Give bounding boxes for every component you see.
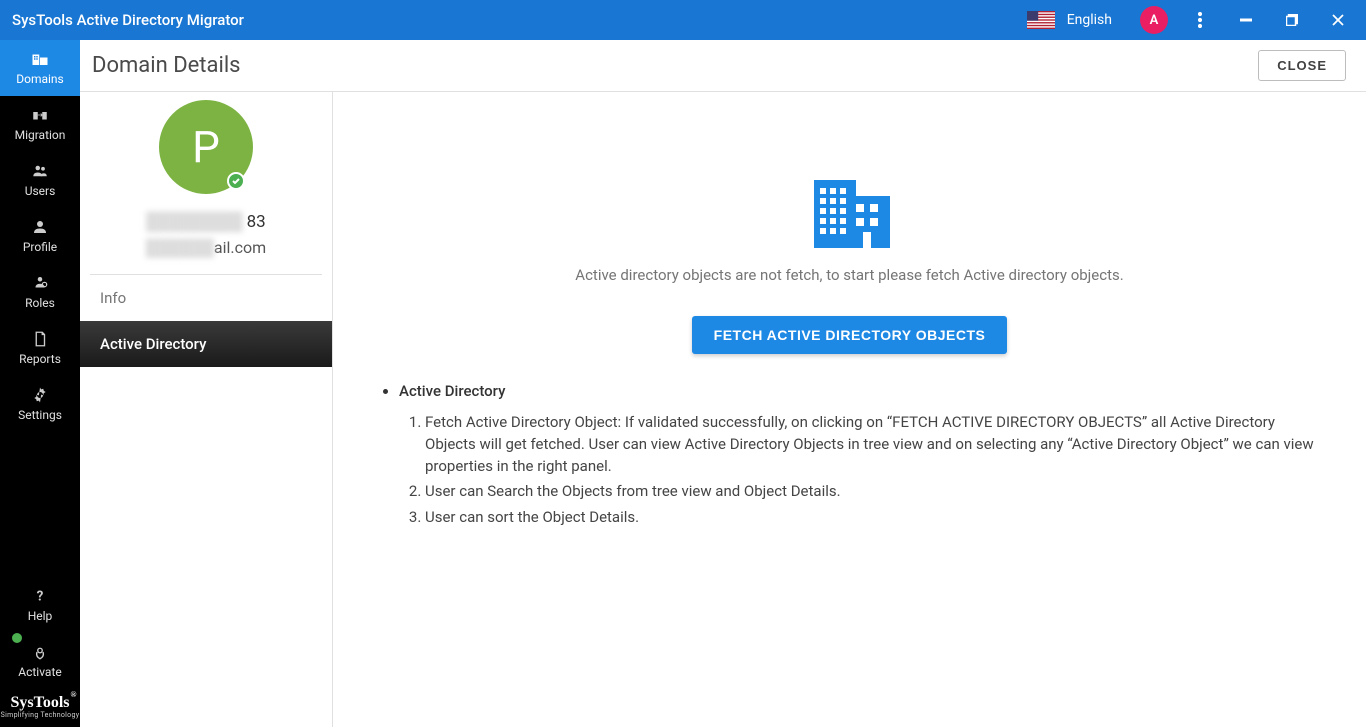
tab-info[interactable]: Info [80, 275, 332, 321]
fetch-button[interactable]: FETCH ACTIVE DIRECTORY OBJECTS [692, 316, 1008, 354]
sidebar-item-migration[interactable]: Migration [0, 96, 80, 152]
info-heading: Active Directory [399, 382, 1326, 400]
minimize-icon[interactable] [1226, 0, 1266, 40]
sidebar-label: Settings [18, 408, 62, 422]
help-icon: ? [31, 587, 49, 605]
tab-active-directory[interactable]: Active Directory [80, 321, 332, 367]
users-icon [31, 162, 49, 180]
roles-icon [31, 274, 49, 292]
brand-logo: SysTools® [11, 695, 70, 711]
sidebar-label: Roles [25, 296, 55, 310]
brand-footer: SysTools® Simplifying Technology [0, 689, 80, 727]
left-pane: P ████████83 ██████ail.com Info Active D… [80, 92, 333, 727]
sidebar-item-help[interactable]: ? Help [0, 577, 80, 633]
sidebar-item-users[interactable]: Users [0, 152, 80, 208]
sidebar-item-settings[interactable]: Settings [0, 376, 80, 432]
sidebar-item-reports[interactable]: Reports [0, 320, 80, 376]
profile-box: P ████████83 ██████ail.com [90, 100, 322, 275]
status-dot-icon [10, 631, 24, 645]
profile-line2: ██████ail.com [146, 238, 266, 258]
sidebar-label: Migration [15, 128, 66, 142]
profile-icon [31, 218, 49, 236]
sidebar-label: Reports [19, 352, 61, 366]
sidebar-label: Activate [18, 665, 62, 679]
brand-tagline: Simplifying Technology [1, 711, 80, 719]
sidebar: Domains Migration Users Profile Roles Re… [0, 40, 80, 727]
activate-icon [31, 643, 49, 661]
info-step: User can sort the Object Details. [425, 507, 1326, 529]
sidebar-item-profile[interactable]: Profile [0, 208, 80, 264]
header-bar: Domain Details CLOSE [80, 40, 1366, 92]
reports-icon [31, 330, 49, 348]
sidebar-label: Domains [16, 72, 64, 86]
sidebar-label: Users [25, 184, 56, 198]
sidebar-label: Profile [23, 240, 57, 254]
profile-initial: P [192, 121, 220, 173]
sidebar-label: Help [28, 609, 53, 623]
settings-icon [31, 386, 49, 404]
domains-icon [31, 50, 49, 68]
right-pane: Active directory objects are not fetch, … [333, 92, 1366, 727]
svg-text:?: ? [37, 589, 44, 605]
info-step: Fetch Active Directory Object: If valida… [425, 412, 1326, 477]
info-section: Active Directory Fetch Active Directory … [373, 382, 1326, 529]
close-button[interactable]: CLOSE [1258, 50, 1346, 81]
maximize-icon[interactable] [1272, 0, 1312, 40]
more-icon[interactable] [1180, 0, 1220, 40]
main: Domain Details CLOSE P ████████83 ██████… [80, 40, 1366, 727]
profile-line1: ████████83 [146, 212, 265, 232]
buildings-icon [808, 172, 892, 248]
language-label[interactable]: English [1067, 12, 1112, 28]
profile-avatar: P [159, 100, 253, 194]
sidebar-item-domains[interactable]: Domains [0, 40, 80, 96]
titlebar-right: English A [1027, 0, 1358, 40]
migration-icon [31, 106, 49, 124]
empty-state: Active directory objects are not fetch, … [373, 172, 1326, 354]
page-title: Domain Details [92, 53, 1258, 78]
close-icon[interactable] [1318, 0, 1358, 40]
app-title: SysTools Active Directory Migrator [12, 11, 1027, 29]
verified-badge-icon [227, 172, 245, 190]
empty-text: Active directory objects are not fetch, … [575, 266, 1123, 284]
info-step: User can Search the Objects from tree vi… [425, 481, 1326, 503]
sidebar-item-activate[interactable]: Activate [0, 633, 80, 689]
user-avatar[interactable]: A [1140, 6, 1168, 34]
titlebar: SysTools Active Directory Migrator Engli… [0, 0, 1366, 40]
flag-icon [1027, 11, 1055, 29]
sidebar-item-roles[interactable]: Roles [0, 264, 80, 320]
